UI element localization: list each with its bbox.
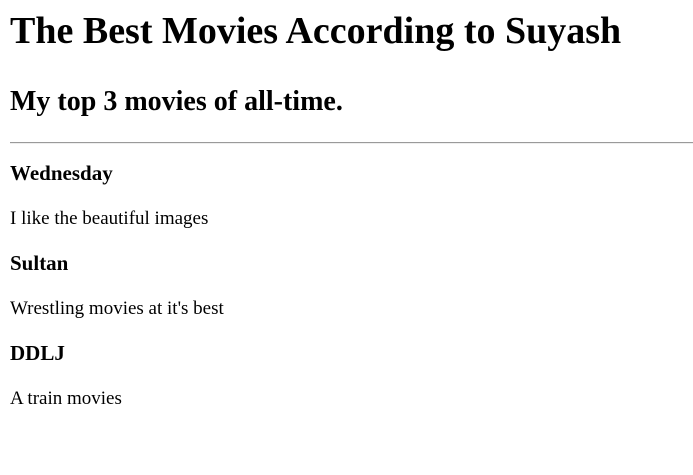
movie-title: DDLJ — [10, 341, 65, 365]
movie-list: Wednesday I like the beautiful images Su… — [10, 158, 693, 411]
page: The Best Movies According to Suyash My t… — [0, 6, 693, 411]
movie-description: Wrestling movies at it's best — [10, 298, 224, 319]
movie-title: Sultan — [10, 251, 69, 275]
page-subtitle: My top 3 movies of all-time. — [10, 86, 343, 117]
movie-item: Wednesday I like the beautiful images — [10, 158, 693, 231]
movie-description: I like the beautiful images — [10, 208, 209, 229]
movie-item: Sultan Wrestling movies at it's best — [10, 248, 693, 321]
movie-item: DDLJ A train movies — [10, 338, 693, 411]
movie-title: Wednesday — [10, 161, 113, 185]
movie-description: A train movies — [10, 388, 122, 409]
page-title: The Best Movies According to Suyash — [10, 10, 622, 52]
divider — [10, 142, 693, 144]
